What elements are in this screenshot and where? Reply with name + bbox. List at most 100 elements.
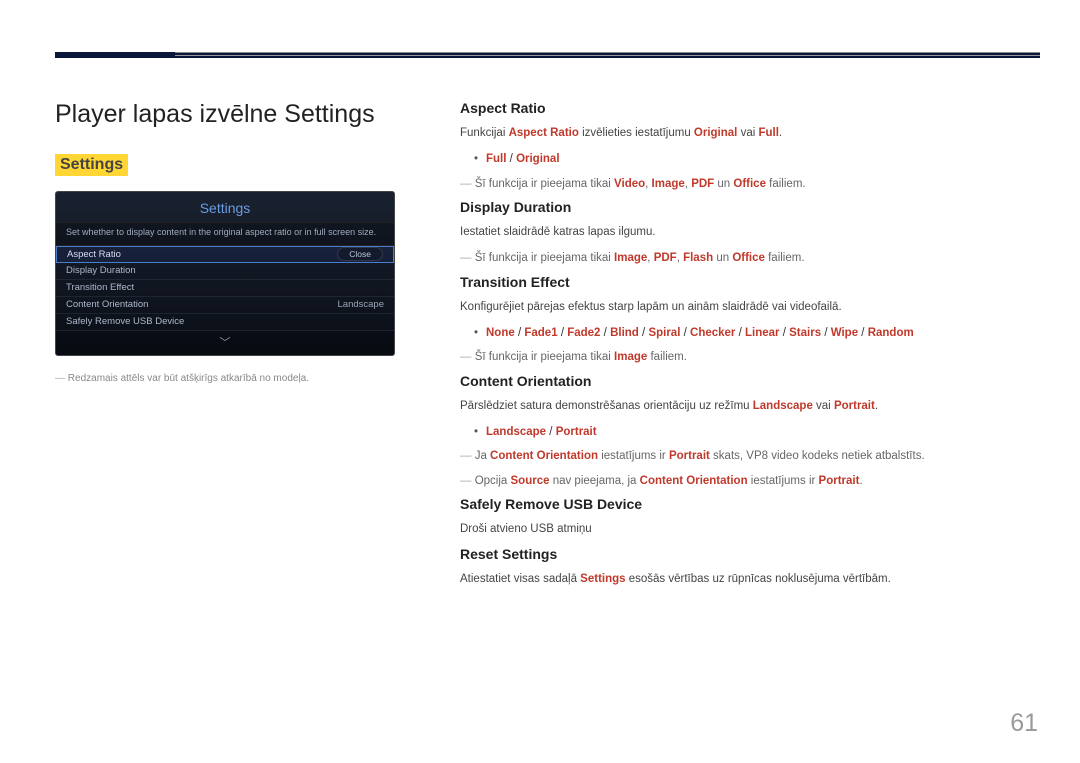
text: izvēlieties iestatījumu (579, 127, 694, 139)
heading-transition-effect: Transition Effect (460, 274, 1040, 290)
page-number: 61 (1010, 709, 1038, 738)
osd-scroll-arrow: ﹀ (56, 331, 394, 355)
text: . (859, 475, 862, 487)
opt: Stairs (789, 327, 821, 339)
text-hl: Portrait (819, 475, 860, 487)
opt: Spiral (648, 327, 680, 339)
osd-row-label: Content Orientation (66, 299, 148, 310)
text-hl: Flash (683, 252, 713, 264)
text-hl: Image (614, 351, 647, 363)
osd-description: Set whether to display content in the or… (56, 222, 394, 246)
note-transition: Šī funkcija ir pieejama tikai Image fail… (460, 348, 1040, 366)
text-hl: Content Orientation (490, 450, 598, 462)
heading-usb: Safely Remove USB Device (460, 496, 1040, 512)
text-hl: Portrait (834, 400, 875, 412)
opt: Fade1 (524, 327, 557, 339)
osd-row-label: Transition Effect (66, 282, 134, 293)
text-hl: Office (732, 252, 765, 264)
text: iestatījums ir (598, 450, 669, 462)
page-title: Player lapas izvēlne Settings (55, 100, 400, 129)
footnote-model: Redzamais attēls var būt atšķirīgs atkar… (55, 371, 400, 386)
para-aspect: Funkcijai Aspect Ratio izvēlieties iesta… (460, 125, 1040, 142)
osd-row-value: Landscape (338, 299, 384, 310)
osd-row-usb: Safely Remove USB Device (56, 314, 394, 331)
text: failiem. (647, 351, 687, 363)
options-orient: Landscape / Portrait (460, 423, 1040, 441)
osd-row-orientation: Content Orientation Landscape (56, 297, 394, 314)
text: failiem. (765, 252, 805, 264)
osd-row-label: Display Duration (66, 265, 136, 276)
text-hl: Portrait (669, 450, 710, 462)
para-usb: Droši atvieno USB atmiņu (460, 521, 1040, 538)
text: Atiestatiet visas sadaļā (460, 573, 580, 585)
text: vai (737, 127, 758, 139)
text: failiem. (766, 178, 806, 190)
text: skats, VP8 video kodeks netiek atbalstīt… (710, 450, 925, 462)
text-hl: Landscape (753, 400, 813, 412)
text: vai (813, 400, 834, 412)
heading-display-duration: Display Duration (460, 199, 1040, 215)
opt: Fade2 (567, 327, 600, 339)
left-column: Player lapas izvēlne Settings Settings S… (55, 100, 400, 597)
text-hl: Settings (580, 573, 625, 585)
text-hl: Video (614, 178, 645, 190)
heading-content-orientation: Content Orientation (460, 373, 1040, 389)
osd-screenshot: Settings Set whether to display content … (55, 191, 395, 356)
text-hl: Original (694, 127, 737, 139)
osd-row-label: Aspect Ratio (67, 249, 121, 260)
right-column: Aspect Ratio Funkcijai Aspect Ratio izvē… (400, 100, 1040, 597)
opt: Blind (610, 327, 639, 339)
settings-highlight: Settings (55, 154, 128, 176)
opt: None (486, 327, 515, 339)
osd-title: Settings (56, 200, 394, 222)
osd-row-transition: Transition Effect (56, 280, 394, 297)
options-aspect: Full / Original (460, 150, 1040, 168)
note-orient-2: Opcija Source nav pieejama, ja Content O… (460, 472, 1040, 490)
text: Šī funkcija ir pieejama tikai (475, 351, 614, 363)
header-rule-thin (175, 55, 1040, 56)
text-hl: PDF (654, 252, 677, 264)
text-hl: PDF (691, 178, 714, 190)
opt: Linear (745, 327, 780, 339)
option-item: None / Fade1 / Fade2 / Blind / Spiral / … (474, 324, 1040, 342)
heading-reset: Reset Settings (460, 546, 1040, 562)
text: . (779, 127, 782, 139)
osd-close-button: Close (337, 247, 383, 261)
text-hl: Office (733, 178, 766, 190)
text: Šī funkcija ir pieejama tikai (475, 178, 614, 190)
text: iestatījums ir (748, 475, 819, 487)
note-orient-1: Ja Content Orientation iestatījums ir Po… (460, 447, 1040, 465)
text: Šī funkcija ir pieejama tikai (475, 252, 614, 264)
option-item: Landscape / Portrait (474, 423, 1040, 441)
text: Ja (475, 450, 490, 462)
text: . (875, 400, 878, 412)
text-hl: Aspect Ratio (509, 127, 579, 139)
para-duration: Iestatiet slaidrādē katras lapas ilgumu. (460, 224, 1040, 241)
text-hl: Source (511, 475, 550, 487)
opt: Random (868, 327, 914, 339)
text: nav pieejama, ja (550, 475, 640, 487)
opt: Full (486, 153, 506, 165)
opt: Landscape (486, 426, 546, 438)
para-orient: Pārslēdziet satura demonstrēšanas orient… (460, 398, 1040, 415)
text-hl: Content Orientation (640, 475, 748, 487)
para-transition: Konfigurējiet pārejas efektus starp lapā… (460, 299, 1040, 316)
options-transition: None / Fade1 / Fade2 / Blind / Spiral / … (460, 324, 1040, 342)
page-layout: Player lapas izvēlne Settings Settings S… (55, 100, 1040, 597)
osd-row-label: Safely Remove USB Device (66, 316, 184, 327)
heading-aspect-ratio: Aspect Ratio (460, 100, 1040, 116)
option-item: Full / Original (474, 150, 1040, 168)
text: Funkcijai (460, 127, 509, 139)
osd-row-duration: Display Duration (56, 263, 394, 280)
text: Opcija (475, 475, 511, 487)
text: Pārslēdziet satura demonstrēšanas orient… (460, 400, 753, 412)
text-hl: Image (652, 178, 685, 190)
note-duration: Šī funkcija ir pieejama tikai Image, PDF… (460, 249, 1040, 267)
text-hl: Image (614, 252, 647, 264)
text-hl: Full (758, 127, 778, 139)
note-aspect: Šī funkcija ir pieejama tikai Video, Ima… (460, 175, 1040, 193)
opt: Original (516, 153, 559, 165)
text: esošās vērtības uz rūpnīcas noklusējuma … (626, 573, 891, 585)
opt: Checker (690, 327, 735, 339)
opt: Wipe (831, 327, 858, 339)
